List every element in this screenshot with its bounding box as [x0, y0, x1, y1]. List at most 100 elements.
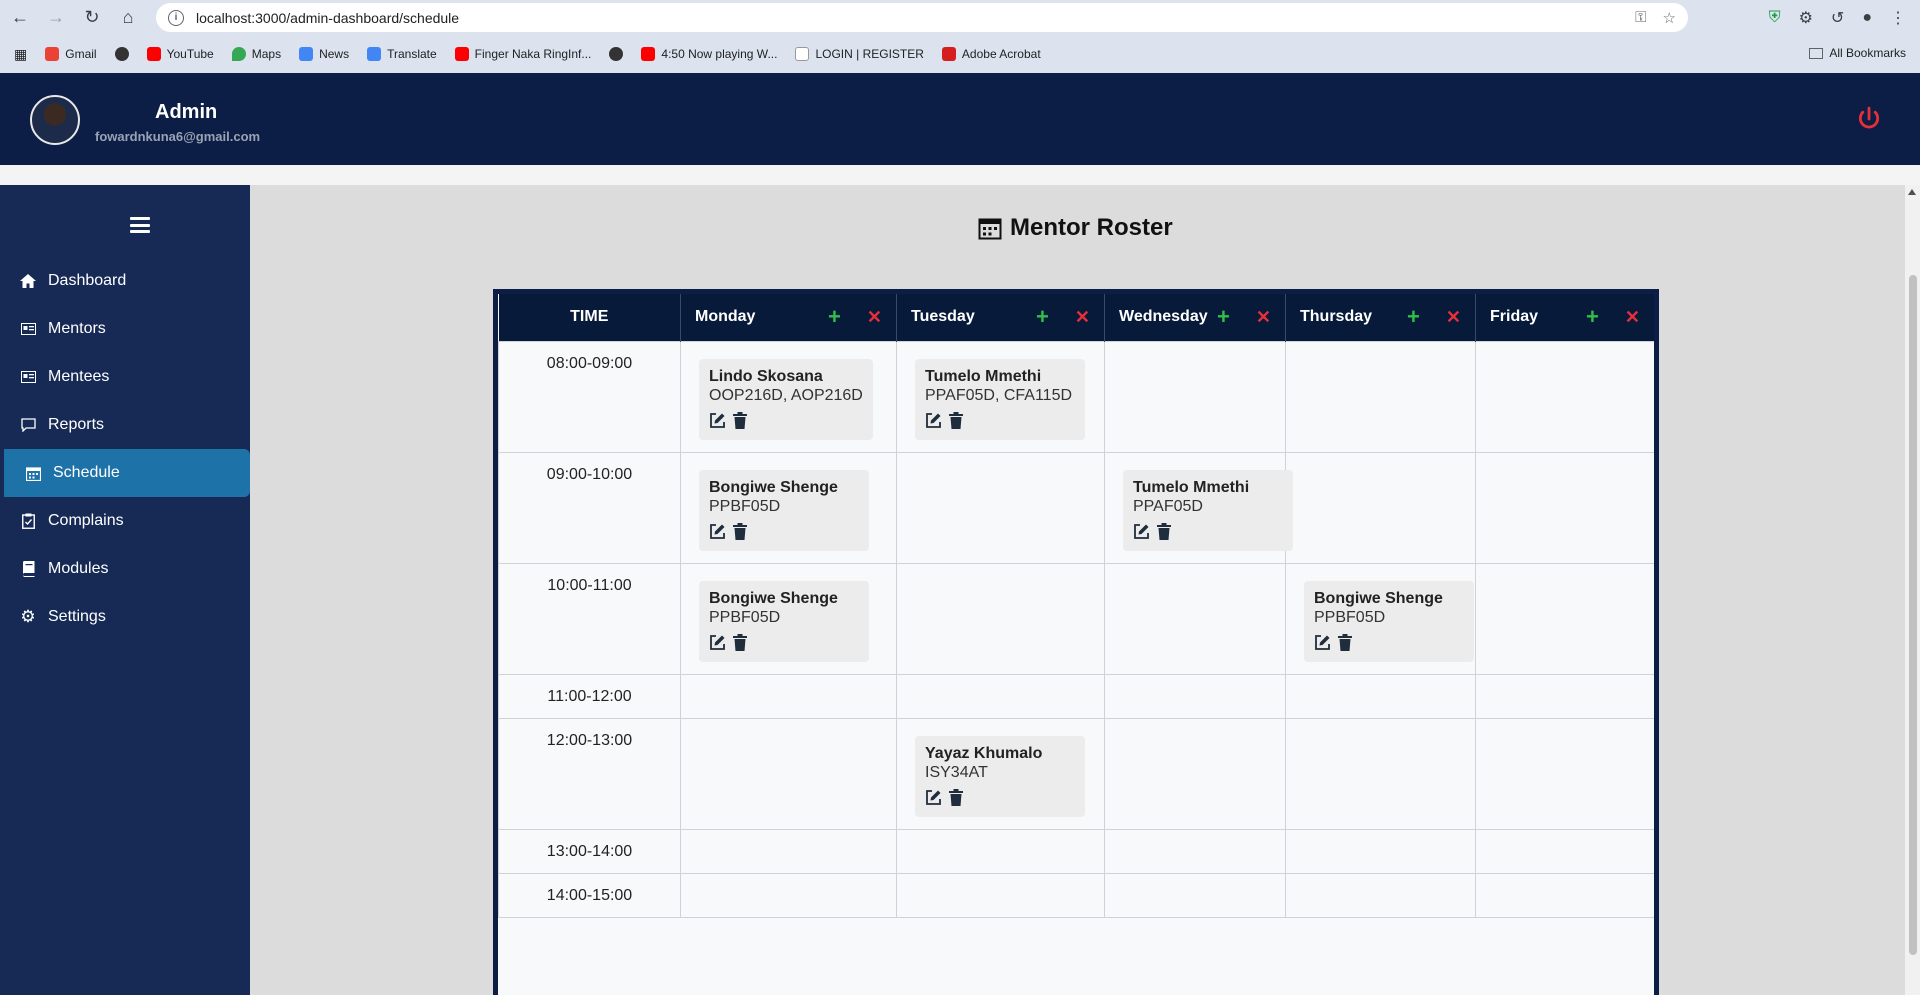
roster-cell[interactable] [1104, 562, 1286, 675]
roster-cell[interactable] [1285, 872, 1476, 918]
sidebar-item-dashboard[interactable]: Dashboard [0, 257, 250, 305]
bookmark-globe[interactable] [114, 47, 129, 61]
roster-cell[interactable] [1475, 562, 1654, 675]
back-icon[interactable]: ← [4, 2, 36, 34]
roster-cell[interactable]: Bongiwe Shenge PPBF05D [680, 562, 897, 675]
site-info-icon[interactable]: i [168, 9, 184, 26]
roster-cell[interactable]: Tumelo Mmethi PPAF05D, CFA115D [896, 340, 1105, 453]
add-slot-icon[interactable]: + [828, 306, 841, 328]
bookmark-maps[interactable]: Maps [231, 47, 281, 61]
edit-icon[interactable] [709, 523, 727, 541]
edit-icon[interactable] [709, 412, 727, 430]
roster-cell[interactable] [896, 872, 1105, 918]
apps-grid-icon[interactable]: ▦ [14, 46, 27, 63]
bookmark-gmail[interactable]: Gmail [45, 47, 97, 61]
clear-day-icon[interactable]: ✕ [1075, 308, 1090, 326]
roster-cell[interactable]: Bongiwe Shenge PPBF05D [1285, 562, 1476, 675]
roster-cell[interactable] [896, 562, 1105, 675]
address-bar[interactable]: i localhost:3000/admin-dashboard/schedul… [156, 3, 1688, 32]
roster-cell[interactable]: Yayaz Khumalo ISY34AT [896, 717, 1105, 830]
roster-cell[interactable] [896, 828, 1105, 874]
sidebar-item-schedule[interactable]: Schedule [4, 449, 250, 497]
roster-cell[interactable] [1285, 828, 1476, 874]
roster-cell[interactable] [1104, 717, 1286, 830]
add-slot-icon[interactable]: + [1586, 306, 1599, 328]
roster-cell[interactable] [1285, 451, 1476, 564]
roster-cell[interactable] [1475, 673, 1654, 719]
sidebar-item-reports[interactable]: Reports [0, 401, 250, 449]
edit-icon[interactable] [925, 789, 943, 807]
roster-cell[interactable] [680, 673, 897, 719]
add-slot-icon[interactable]: + [1407, 306, 1420, 328]
roster-cell[interactable] [1475, 451, 1654, 564]
scroll-up-arrow[interactable] [1908, 189, 1916, 195]
sidebar-item-settings[interactable]: ⚙ Settings [0, 593, 250, 641]
bookmark-star-icon[interactable]: ☆ [1663, 9, 1676, 27]
roster-cell[interactable] [896, 451, 1105, 564]
bookmark-youtube[interactable]: YouTube [146, 47, 214, 61]
power-icon[interactable] [1856, 106, 1882, 132]
bookmark-news[interactable]: News [299, 47, 349, 61]
history-icon[interactable]: ↺ [1831, 8, 1844, 28]
add-slot-icon[interactable]: + [1217, 306, 1230, 328]
sidebar-item-mentees[interactable]: Mentees [0, 353, 250, 401]
trash-icon[interactable] [949, 411, 967, 430]
edit-icon[interactable] [925, 412, 943, 430]
shield-extension-icon[interactable]: ⛨ [1769, 9, 1781, 27]
roster-cell[interactable] [1475, 340, 1654, 453]
roster-cell[interactable] [1104, 872, 1286, 918]
roster-cell[interactable]: Lindo Skosana OOP216D, AOP216D [680, 340, 897, 453]
edit-icon[interactable] [709, 634, 727, 652]
clear-day-icon[interactable]: ✕ [1625, 308, 1640, 326]
sidebar-item-complains[interactable]: Complains [0, 497, 250, 545]
bookmark-globe-2[interactable] [609, 47, 624, 61]
trash-icon[interactable] [733, 633, 751, 652]
roster-cell[interactable] [680, 717, 897, 830]
hamburger-menu-icon[interactable] [130, 217, 150, 233]
roster-cell[interactable] [680, 828, 897, 874]
menu-kebab-icon[interactable]: ⋮ [1890, 8, 1906, 28]
roster-cell[interactable] [896, 673, 1105, 719]
add-slot-icon[interactable]: + [1036, 306, 1049, 328]
roster-cell[interactable] [1104, 673, 1286, 719]
roster-cell[interactable] [680, 872, 897, 918]
clear-day-icon[interactable]: ✕ [867, 308, 882, 326]
roster-cell[interactable] [1104, 828, 1286, 874]
trash-icon[interactable] [1338, 633, 1356, 652]
session-card: Yayaz Khumalo ISY34AT [915, 735, 1085, 817]
bookmark-finger-naka[interactable]: Finger Naka RingInf... [454, 47, 591, 61]
edit-icon[interactable] [1314, 634, 1332, 652]
home-icon[interactable]: ⌂ [112, 2, 144, 34]
trash-icon[interactable] [733, 411, 751, 430]
all-bookmarks[interactable]: All Bookmarks [1809, 46, 1906, 60]
forward-icon[interactable]: → [40, 2, 72, 34]
roster-cell[interactable] [1285, 340, 1476, 453]
avatar[interactable] [30, 95, 80, 145]
scroll-thumb[interactable] [1909, 275, 1917, 955]
bookmark-adobe-acrobat[interactable]: Adobe Acrobat [941, 47, 1041, 61]
page-scrollbar[interactable] [1905, 185, 1920, 995]
password-key-icon[interactable]: ⚿ [1635, 9, 1646, 27]
bookmark-now-playing[interactable]: 4:50 Now playing W... [641, 47, 777, 61]
trash-icon[interactable] [733, 522, 751, 541]
trash-icon[interactable] [949, 788, 967, 807]
roster-cell[interactable] [1104, 340, 1286, 453]
clear-day-icon[interactable]: ✕ [1446, 308, 1461, 326]
roster-cell[interactable]: Bongiwe Shenge PPBF05D [680, 451, 897, 564]
roster-cell[interactable] [1475, 872, 1654, 918]
edit-icon[interactable] [1133, 523, 1151, 541]
sidebar-item-mentors[interactable]: Mentors [0, 305, 250, 353]
reload-icon[interactable]: ↻ [76, 2, 108, 34]
extensions-puzzle-icon[interactable]: ⚙ [1799, 8, 1813, 28]
sidebar-item-modules[interactable]: Modules [0, 545, 250, 593]
bookmark-login-register[interactable]: LOGIN | REGISTER [795, 47, 924, 61]
roster-cell[interactable] [1475, 828, 1654, 874]
roster-cell[interactable]: Tumelo Mmethi PPAF05D [1104, 451, 1293, 564]
trash-icon[interactable] [1157, 522, 1175, 541]
clear-day-icon[interactable]: ✕ [1256, 308, 1271, 326]
profile-avatar-icon[interactable]: ● [1862, 9, 1872, 27]
roster-cell[interactable] [1475, 717, 1654, 830]
roster-cell[interactable] [1285, 673, 1476, 719]
bookmark-translate[interactable]: Translate [367, 47, 437, 61]
roster-cell[interactable] [1285, 717, 1476, 830]
